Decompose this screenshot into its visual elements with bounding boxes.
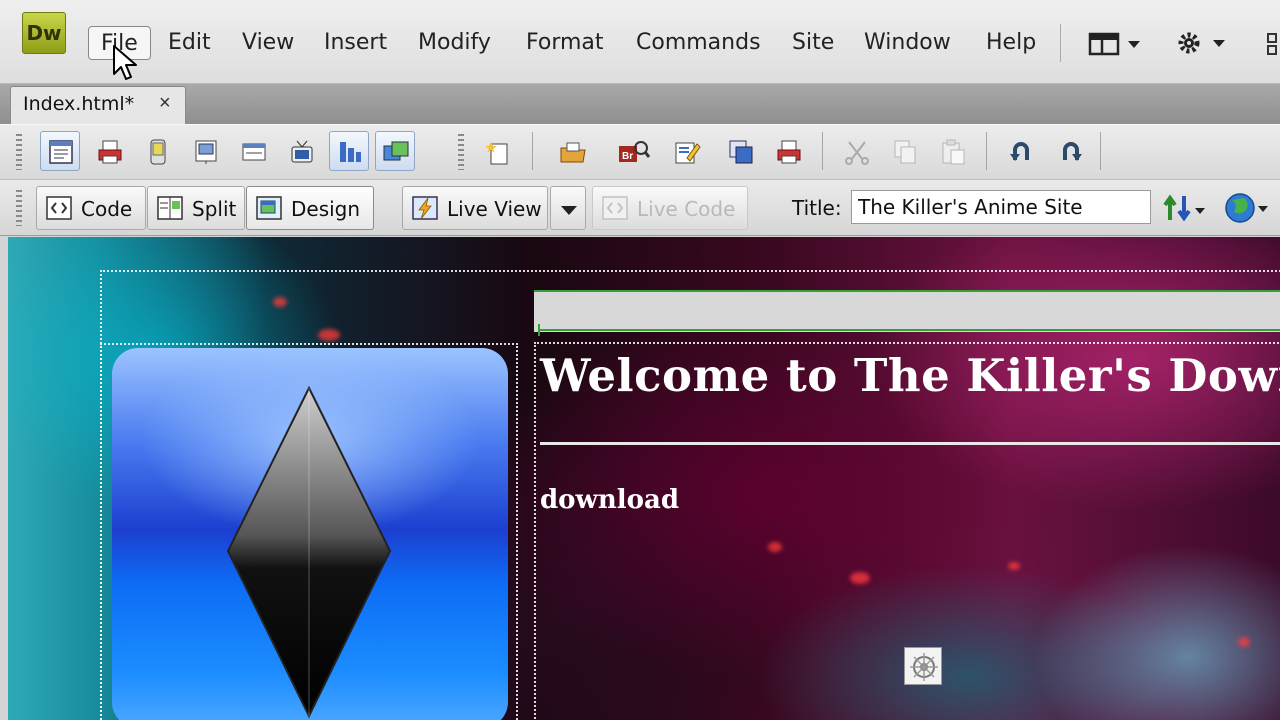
script-marker-icon[interactable] <box>904 647 942 685</box>
live-code-button[interactable]: Live Code <box>592 186 748 230</box>
toolbar-grip[interactable] <box>16 134 22 170</box>
close-icon[interactable]: × <box>159 92 171 115</box>
design-view-button[interactable]: Design <box>246 186 374 230</box>
live-view-label: Live View <box>447 197 542 221</box>
toolbar-separator <box>822 132 823 170</box>
file-management-icon[interactable] <box>1162 190 1210 226</box>
design-icon <box>256 196 282 220</box>
menu-format[interactable]: Format <box>514 26 616 60</box>
diamond-icon <box>226 385 392 719</box>
menu-separator <box>1060 24 1061 62</box>
menu-commands[interactable]: Commands <box>624 26 773 60</box>
live-code-icon <box>602 196 628 220</box>
document-tab-label: Index.html* <box>23 93 135 115</box>
mouse-pointer-icon <box>112 44 142 82</box>
image-gallery-icon[interactable] <box>375 131 415 171</box>
design-view-canvas[interactable]: Welcome to The Killer's Down download <box>8 237 1280 720</box>
menu-help[interactable]: Help <box>974 26 1048 60</box>
code-view-button[interactable]: Code <box>36 186 146 230</box>
cut-icon[interactable] <box>836 131 876 171</box>
toolbar-grip[interactable] <box>16 190 22 226</box>
edit-icon[interactable] <box>666 131 706 171</box>
redo-icon[interactable] <box>1050 131 1090 171</box>
print-icon[interactable] <box>89 131 129 171</box>
page-layout-icon[interactable] <box>40 131 80 171</box>
code-view-label: Code <box>81 197 133 221</box>
download-link-text[interactable]: download <box>540 485 679 515</box>
live-view-button[interactable]: Live View <box>402 186 548 230</box>
toolbar-separator <box>1100 132 1101 170</box>
design-view-label: Design <box>291 197 361 221</box>
header-ruler-tick <box>538 324 540 336</box>
open-folder-icon[interactable] <box>552 131 592 171</box>
bridge-icon[interactable]: Br <box>610 131 651 171</box>
copy-icon[interactable] <box>884 131 924 171</box>
welcome-heading[interactable]: Welcome to The Killer's Down <box>540 349 1280 402</box>
split-view-button[interactable]: Split <box>147 186 245 230</box>
horizontal-rule[interactable] <box>540 442 1280 445</box>
menu-view[interactable]: View <box>230 26 306 60</box>
undo-icon[interactable] <box>1000 131 1040 171</box>
globe-icon[interactable] <box>1222 190 1270 226</box>
menu-edit[interactable]: Edit <box>156 26 223 60</box>
new-document-icon[interactable] <box>476 131 516 171</box>
toolbar-grip[interactable] <box>458 134 464 170</box>
mobile-icon[interactable] <box>137 131 177 171</box>
paste-icon[interactable] <box>932 131 972 171</box>
lightning-icon <box>412 196 438 220</box>
code-icon <box>46 196 72 220</box>
toolbar-separator <box>986 132 987 170</box>
menu-site[interactable]: Site <box>780 26 846 60</box>
header-width-ruler <box>538 329 1280 331</box>
media-icon[interactable] <box>281 131 321 171</box>
svg-text:Br: Br <box>622 151 633 162</box>
site-logo-image[interactable] <box>112 348 508 720</box>
duplicate-icon[interactable] <box>720 131 760 171</box>
chart-icon[interactable] <box>329 131 369 171</box>
page-title-input[interactable] <box>851 190 1151 224</box>
menu-insert[interactable]: Insert <box>312 26 399 60</box>
form-icon[interactable] <box>233 131 273 171</box>
toolbar-separator <box>532 132 533 170</box>
menu-bar: Dw File Edit View Insert Modify Format C… <box>0 0 1280 84</box>
print2-icon[interactable] <box>768 131 808 171</box>
header-banner[interactable] <box>534 290 1280 332</box>
dreamweaver-logo: Dw <box>22 12 66 54</box>
extensions-icon[interactable] <box>1262 30 1280 58</box>
menu-modify[interactable]: Modify <box>406 26 503 60</box>
split-icon <box>157 196 183 220</box>
document-tab[interactable]: Index.html* × <box>10 86 186 124</box>
split-view-label: Split <box>192 197 237 221</box>
live-code-label: Live Code <box>637 197 736 221</box>
gear-icon[interactable] <box>1175 28 1233 58</box>
workspace-layout-icon[interactable] <box>1088 30 1146 58</box>
live-view-dropdown[interactable] <box>550 186 586 230</box>
title-label: Title: <box>792 196 842 220</box>
document-tab-strip <box>0 84 1280 124</box>
chevron-down-icon <box>561 206 577 215</box>
menu-window[interactable]: Window <box>852 26 963 60</box>
template-icon[interactable] <box>185 131 225 171</box>
